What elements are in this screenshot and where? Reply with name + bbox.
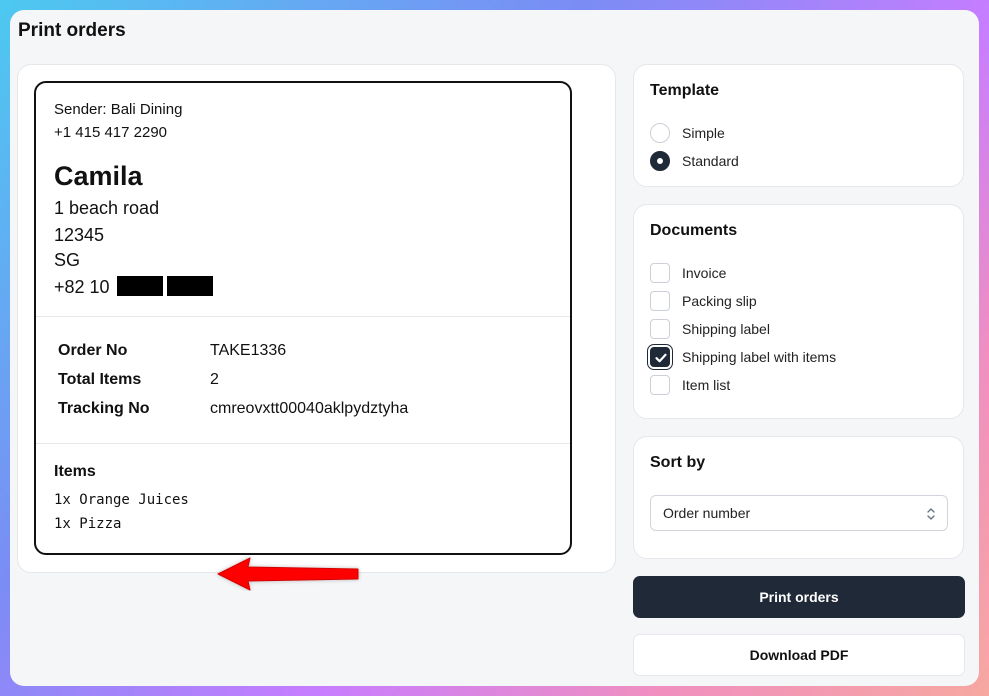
recipient-postal-code: 12345 — [54, 225, 105, 245]
recipient-name: Camila — [54, 161, 143, 191]
document-option-shipping-label[interactable]: Shipping label — [650, 319, 770, 339]
recipient-phone: +82 10 — [54, 276, 213, 298]
list-item: 1x Orange Juices — [54, 492, 189, 508]
document-option-packing-slip[interactable]: Packing slip — [650, 291, 757, 311]
recipient-address: 1 beach road — [54, 198, 160, 218]
tracking-no-value: cmreovxtt00040aklpydztyha — [210, 400, 409, 417]
divider — [36, 443, 570, 444]
documents-card: Documents Invoice Packing slip Shipping … — [633, 204, 964, 419]
option-label: Item list — [682, 377, 731, 393]
download-pdf-button[interactable]: Download PDF — [633, 634, 965, 676]
radio-button[interactable] — [650, 123, 670, 143]
radio-button-selected[interactable] — [650, 151, 670, 171]
option-label: Standard — [682, 153, 739, 169]
page-title: Print orders — [18, 20, 126, 41]
total-items-value: 2 — [210, 371, 219, 388]
sender-name: Sender: Bali Dining — [54, 101, 183, 118]
chevron-up-down-icon — [927, 508, 935, 520]
checkbox-checked[interactable] — [650, 347, 670, 367]
checkbox[interactable] — [650, 375, 670, 395]
total-items-label: Total Items — [58, 371, 142, 388]
sender-phone: +1 415 417 2290 — [54, 124, 168, 141]
shipping-label-preview: Sender: Bali Dining +1 415 417 2290 Cami… — [34, 81, 572, 555]
items-title: Items — [54, 463, 96, 480]
option-label: Invoice — [682, 265, 727, 281]
documents-title: Documents — [650, 222, 738, 239]
sort-card: Sort by Order number — [633, 436, 964, 559]
option-label: Packing slip — [682, 293, 757, 309]
redaction-bar — [116, 276, 163, 296]
recipient-country: SG — [54, 250, 81, 270]
option-label: Shipping label — [682, 321, 770, 337]
document-option-invoice[interactable]: Invoice — [650, 263, 726, 283]
template-option-simple[interactable]: Simple — [650, 123, 725, 143]
sort-selected-value: Order number — [663, 505, 751, 521]
option-label: Shipping label with items — [682, 349, 837, 365]
label-preview-panel: Sender: Bali Dining +1 415 417 2290 Cami… — [17, 64, 616, 591]
list-item: 1x Pizza — [54, 516, 122, 532]
template-option-standard[interactable]: Standard — [650, 151, 739, 171]
document-option-item-list[interactable]: Item list — [650, 375, 730, 395]
print-orders-window: Print orders Sender: Bali Dining +1 415 … — [10, 10, 979, 686]
left-arrow-annotation-icon — [217, 557, 359, 591]
redaction-bar — [166, 276, 213, 296]
document-option-shipping-label-with-items[interactable]: Shipping label with items — [650, 347, 836, 367]
sort-title: Sort by — [650, 454, 706, 471]
order-no-label: Order No — [58, 342, 128, 359]
option-label: Simple — [682, 125, 725, 141]
template-card: Template Simple Standard — [633, 64, 964, 187]
divider — [36, 316, 570, 317]
print-orders-button[interactable]: Print orders — [633, 576, 965, 618]
checkbox[interactable] — [650, 319, 670, 339]
phone-prefix: +82 10 — [54, 277, 110, 297]
checkbox[interactable] — [650, 291, 670, 311]
checkbox[interactable] — [650, 263, 670, 283]
order-no-value: TAKE1336 — [210, 342, 287, 359]
template-title: Template — [650, 82, 720, 99]
check-icon — [655, 353, 667, 363]
sort-by-select[interactable]: Order number — [650, 495, 948, 531]
tracking-no-label: Tracking No — [58, 400, 150, 417]
